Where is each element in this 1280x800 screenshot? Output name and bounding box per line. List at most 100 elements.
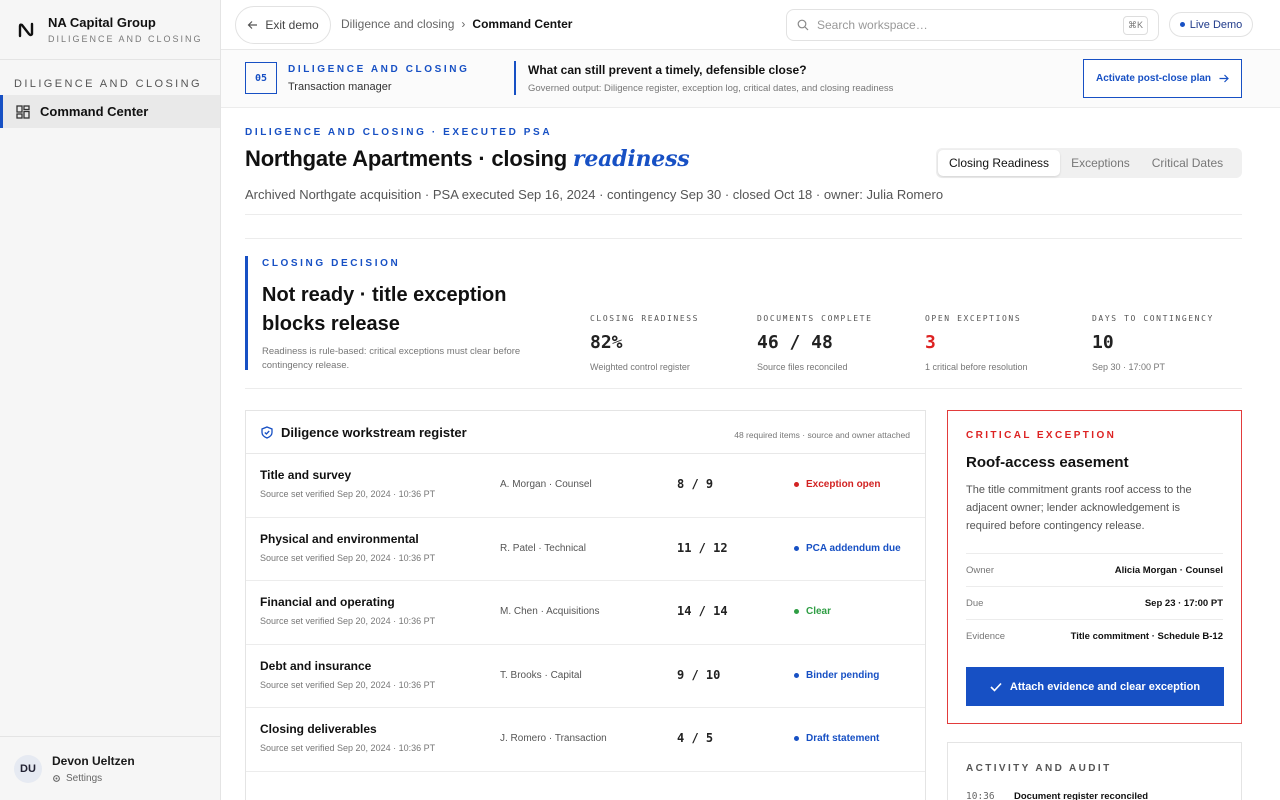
activity-text: Document register reconciled	[1014, 791, 1149, 800]
workstream-count: 9 / 10	[677, 667, 721, 682]
status-dot-icon	[794, 736, 799, 741]
kpi-label: DOCUMENTS COMPLETE	[757, 314, 873, 323]
kpi-value: 82%	[590, 332, 623, 353]
workstream-count: 4 / 5	[677, 731, 714, 745]
status-dot-icon	[794, 672, 799, 678]
kpi-sub: 1 critical before resolution	[925, 362, 1028, 372]
kpi-sub: Source files reconciled	[757, 362, 848, 372]
kpi-label: CLOSING READINESS	[590, 314, 700, 323]
workstream-source: Source set verified Sep 20, 2024 · 10:36…	[260, 552, 436, 563]
live-demo-badge[interactable]: Live Demo	[1169, 12, 1253, 37]
activate-label: Activate post-close plan	[1095, 73, 1212, 84]
search-input[interactable]	[817, 18, 1107, 32]
critical-exception-card: CRITICAL EXCEPTION Roof-access easement …	[947, 410, 1242, 724]
question-title: What can still prevent a timely, defensi…	[528, 63, 807, 77]
table-row[interactable]: Closing deliverables Source set verified …	[246, 708, 925, 772]
workstream-source: Source set verified Sep 20, 2024 · 10:36…	[260, 616, 436, 626]
workstream-source: Source set verified Sep 20, 2024 · 10:36…	[260, 679, 436, 690]
status-badge: PCA addendum due	[794, 543, 901, 554]
workstream-owner: A. Morgan · Counsel	[500, 479, 592, 490]
workstream-owner: J. Romero · Transaction	[500, 733, 607, 744]
detail-value: Alicia Morgan · Counsel	[1114, 564, 1223, 576]
table-row[interactable]: Physical and environmental Source set ver…	[246, 518, 925, 581]
exit-demo-label: Exit demo	[265, 18, 319, 32]
kpi-label: DAYS TO CONTINGENCY	[1092, 314, 1214, 323]
status-label: PCA addendum due	[806, 542, 901, 554]
table-row[interactable]: Debt and insurance Source set verified Se…	[246, 645, 925, 708]
settings-link[interactable]: Settings	[52, 773, 135, 784]
attach-evidence-button[interactable]: Attach evidence and clear exception	[966, 667, 1224, 706]
avatar: DU	[14, 754, 42, 783]
detail-row-due: Due Sep 23 · 17:00 PT	[966, 587, 1223, 620]
decision-eyebrow: CLOSING DECISION	[262, 258, 401, 269]
live-dot-icon	[1179, 22, 1185, 27]
stage-question: What can still prevent a timely, defensi…	[514, 61, 893, 95]
critical-description: The title commitment grants roof access …	[966, 484, 1192, 532]
tab-exceptions[interactable]: Exceptions	[1060, 150, 1141, 176]
status-badge: Clear	[794, 606, 831, 617]
kpi-sub: Weighted control register	[590, 362, 690, 372]
workstream-name: Physical and environmental	[260, 531, 419, 546]
status-badge: Binder pending	[794, 670, 879, 681]
activity-row[interactable]: 10:36 Document register reconciled	[966, 791, 1223, 800]
table-row[interactable]: Title and survey Source set verified Sep …	[246, 454, 925, 518]
check-icon	[990, 682, 1002, 692]
chevron-right-icon: ›	[461, 17, 466, 31]
governed-output: Governed output: Diligence register, exc…	[528, 83, 894, 94]
tab-closing-readiness[interactable]: Closing Readiness	[938, 150, 1061, 176]
workstream-count: 11 / 12	[677, 540, 728, 555]
top-bar: Exit demo Diligence and closing › Comman…	[221, 0, 1280, 50]
shield-check-icon	[261, 425, 273, 439]
search-box[interactable]: ⌘K	[786, 9, 1159, 41]
detail-key: Due	[966, 597, 984, 609]
brand[interactable]: NA Capital Group DILIGENCE AND CLOSING	[0, 0, 220, 60]
status-label: Draft statement	[806, 733, 880, 744]
kpi-days-to-contingency: DAYS TO CONTINGENCY 10 Sep 30 · 17:00 PT	[1092, 314, 1214, 372]
divider	[245, 214, 1242, 215]
register-note: 48 required items · source and owner att…	[734, 430, 910, 440]
page-title-accent: readiness	[572, 146, 690, 172]
register-rows: Title and survey Source set verified Sep …	[246, 454, 925, 772]
live-demo-label: Live Demo	[1189, 18, 1243, 31]
table-row[interactable]: Financial and operating Source set verifi…	[246, 581, 925, 645]
view-tabs: Closing Readiness Exceptions Critical Da…	[936, 148, 1242, 178]
detail-row-evidence: Evidence Title commitment · Schedule B-12	[966, 620, 1223, 653]
page-title-main: Northgate Apartments · closing	[245, 146, 567, 171]
register-title: Diligence workstream register	[281, 424, 467, 440]
sidebar-item-command-center[interactable]: Command Center	[0, 95, 220, 128]
brand-logo-icon	[16, 19, 38, 41]
exit-demo-button[interactable]: Exit demo	[235, 6, 331, 44]
kpi-value: 46 / 48	[757, 332, 833, 353]
workstream-name: Debt and insurance	[260, 658, 372, 673]
divider	[245, 388, 1242, 389]
kpi-documents-complete: DOCUMENTS COMPLETE 46 / 48 Source files …	[757, 314, 873, 372]
search-icon	[797, 19, 809, 31]
sidebar-section-label: DILIGENCE AND CLOSING	[14, 78, 202, 90]
tab-critical-dates[interactable]: Critical Dates	[1141, 150, 1234, 176]
dashboard-grid-icon	[16, 104, 30, 119]
kpi-sub: Sep 30 · 17:00 PT	[1092, 362, 1166, 372]
detail-key: Evidence	[966, 631, 1006, 642]
decision-title: Not ready · title exception blocks relea…	[262, 284, 507, 335]
activity-eyebrow: ACTIVITY AND AUDIT	[966, 763, 1112, 774]
workstream-name: Title and survey	[260, 468, 352, 482]
status-label: Exception open	[806, 479, 881, 490]
detail-key: Owner	[966, 564, 994, 576]
user-panel[interactable]: DU Devon Ueltzen Settings	[0, 736, 220, 800]
status-dot-icon	[794, 609, 799, 614]
register-header: Diligence workstream register 48 require…	[246, 411, 925, 454]
arrow-right-icon	[1219, 74, 1229, 83]
activate-post-close-button[interactable]: Activate post-close plan	[1083, 59, 1242, 98]
kpi-closing-readiness: CLOSING READINESS 82% Weighted control r…	[590, 314, 699, 372]
breadcrumb: Diligence and closing › Command Center	[341, 17, 572, 31]
brand-name: NA Capital Group	[48, 15, 156, 30]
workstream-source: Source set verified Sep 20, 2024 · 10:36…	[260, 489, 436, 499]
settings-label: Settings	[66, 772, 103, 784]
page-eyebrow: DILIGENCE AND CLOSING · EXECUTED PSA	[245, 127, 553, 138]
sidebar-item-label: Command Center	[40, 104, 149, 119]
workstream-source: Source set verified Sep 20, 2024 · 10:36…	[260, 743, 436, 753]
workstream-owner: T. Brooks · Capital	[500, 669, 582, 681]
shortcut-hint: ⌘K	[1122, 16, 1148, 35]
breadcrumb-item-diligence[interactable]: Diligence and closing	[341, 17, 454, 31]
detail-row-owner: Owner Alicia Morgan · Counsel	[966, 554, 1223, 587]
